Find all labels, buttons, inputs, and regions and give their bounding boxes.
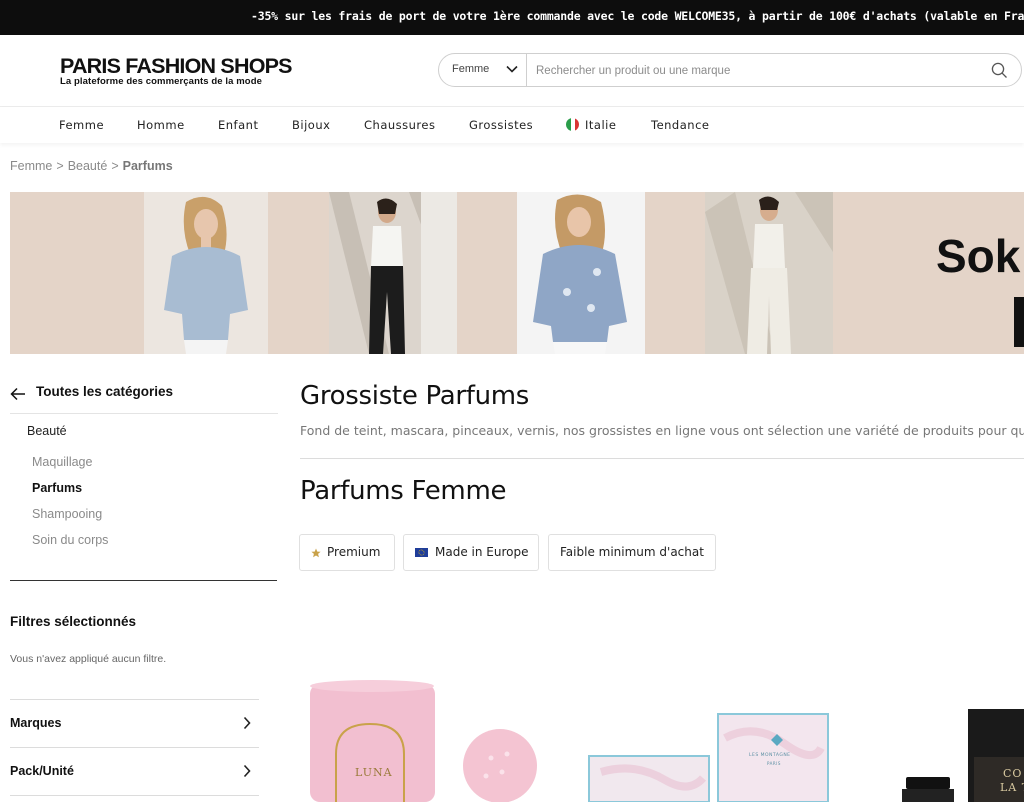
chip-label: Faible minimum d'achat (560, 545, 704, 559)
nav-item-italie-label: Italie (585, 118, 617, 132)
banner-cta-edge (1014, 297, 1024, 347)
category-parent-beaute[interactable]: Beauté (27, 424, 67, 438)
product-card-black-bottle[interactable]: CO LA T (900, 705, 1024, 802)
nav-item-italie[interactable]: Italie (566, 118, 616, 132)
product-card-les-montagne[interactable]: LES MONTAGNE PARIS (585, 708, 835, 802)
chip-label: Made in Europe (435, 545, 529, 559)
breadcrumb-item-femme[interactable]: Femme (10, 159, 52, 173)
search-category-value: Femme (452, 63, 490, 75)
search-category-select[interactable]: Femme (439, 54, 527, 86)
breadcrumb: Femme > Beauté > Parfums (10, 159, 173, 173)
search-icon[interactable] (991, 62, 1008, 79)
chip-low-minimum[interactable]: Faible minimum d'achat (548, 534, 716, 571)
category-item-soin-du-corps[interactable]: Soin du corps (32, 533, 108, 547)
star-icon (311, 548, 321, 558)
main-nav: Femme Homme Enfant Bijoux Chaussures Gro… (0, 107, 1024, 143)
breadcrumb-separator: > (56, 159, 64, 173)
nav-item-bijoux[interactable]: Bijoux (292, 118, 330, 132)
nav-item-homme[interactable]: Homme (137, 118, 185, 132)
product-label-line1: CO (1003, 767, 1023, 780)
search-input[interactable] (536, 61, 976, 81)
breadcrumb-separator: > (111, 159, 119, 173)
chip-made-in-europe[interactable]: Made in Europe (403, 534, 539, 571)
promo-banner[interactable]: Sok (10, 192, 1024, 354)
product-label-line2: LA T (1000, 781, 1024, 794)
chip-label: Premium (327, 545, 381, 559)
page-title: Grossiste Parfums (300, 381, 530, 411)
chip-premium[interactable]: Premium (299, 534, 395, 571)
product-card-luna[interactable]: LUNA (300, 680, 550, 802)
category-item-maquillage[interactable]: Maquillage (32, 455, 92, 469)
selected-filters-empty: Vous n'avez appliqué aucun filtre. (10, 653, 167, 665)
search-bar: Femme (438, 53, 1022, 87)
promo-bar: -35% sur les frais de port de votre 1ère… (0, 0, 1024, 35)
product-label-luna: LUNA (355, 766, 393, 779)
chevron-right-icon (243, 716, 251, 730)
promo-text: -35% sur les frais de port de votre 1ère… (251, 9, 1024, 23)
chevron-right-icon (243, 764, 251, 778)
banner-headline: Sok (936, 230, 1021, 282)
logo-subtitle: La plateforme des commerçants de la mode (60, 76, 262, 87)
category-item-parfums[interactable]: Parfums (32, 481, 82, 495)
section-title: Parfums Femme (300, 476, 507, 506)
page-description: Fond de teint, mascara, pinceaux, vernis… (300, 423, 1024, 438)
arrow-left-icon (10, 387, 25, 401)
nav-item-chaussures[interactable]: Chaussures (364, 118, 435, 132)
filter-section-label: Pack/Unité (10, 764, 74, 778)
eu-flag-icon (415, 548, 428, 557)
filter-section-divider (10, 795, 259, 802)
filter-section-label: Marques (10, 716, 62, 730)
banner-photo-denim-blouse (517, 192, 645, 354)
sidebar-divider (10, 580, 277, 581)
nav-item-femme[interactable]: Femme (59, 118, 104, 132)
all-categories-link[interactable]: Toutes les catégories (10, 384, 278, 414)
filter-section-marques[interactable]: Marques (10, 699, 259, 747)
product-brand-les-montagne: LES MONTAGNE (749, 753, 791, 758)
italy-flag-icon (566, 118, 579, 131)
banner-photo-blue-blouse (144, 192, 268, 354)
nav-item-grossistes[interactable]: Grossistes (469, 118, 533, 132)
site-header: PARIS FASHION SHOPS La plateforme des co… (0, 35, 1024, 107)
category-item-shampooing[interactable]: Shampooing (32, 507, 102, 521)
product-image-les-montagne (588, 713, 829, 802)
product-image-luna (310, 680, 537, 802)
all-categories-label: Toutes les catégories (36, 384, 174, 399)
nav-item-enfant[interactable]: Enfant (218, 118, 258, 132)
chevron-down-icon (506, 65, 518, 73)
selected-filters-title: Filtres sélectionnés (10, 614, 137, 629)
filter-section-pack-unite[interactable]: Pack/Unité (10, 747, 259, 795)
breadcrumb-item-beaute[interactable]: Beauté (68, 159, 108, 173)
breadcrumb-current: Parfums (122, 159, 173, 173)
content-divider (300, 458, 1024, 459)
product-brand-sub: PARIS (767, 761, 781, 766)
nav-item-tendance[interactable]: Tendance (651, 118, 709, 132)
banner-photo-white-outfit (705, 192, 833, 354)
banner-photo-black-pants (329, 192, 457, 354)
